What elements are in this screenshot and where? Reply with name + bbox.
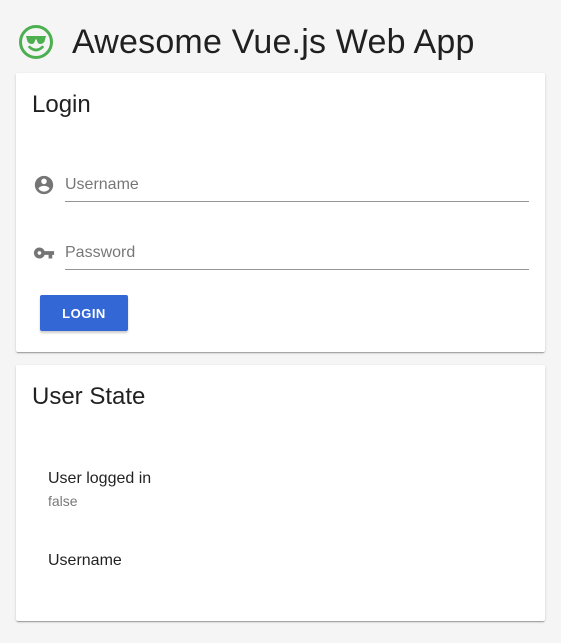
login-card-title: Login xyxy=(32,91,91,118)
user-state-card: User State User logged in false Username xyxy=(16,365,545,621)
key-icon xyxy=(33,247,55,259)
logged-in-label: User logged in xyxy=(48,470,152,487)
login-button[interactable]: LOGIN xyxy=(40,295,128,331)
user-state-card-title: User State xyxy=(32,383,146,410)
username-label: Username xyxy=(48,552,122,569)
sunglasses-smiley-icon xyxy=(19,25,53,59)
password-field xyxy=(65,239,529,270)
login-card: Login LOGIN xyxy=(16,73,545,352)
logged-in-value: false xyxy=(48,493,78,509)
app-title: Awesome Vue.js Web App xyxy=(72,23,475,61)
app-header: Awesome Vue.js Web App xyxy=(0,0,561,72)
password-input[interactable] xyxy=(65,239,529,267)
account-circle-icon xyxy=(34,175,54,195)
username-field xyxy=(65,171,529,202)
username-input[interactable] xyxy=(65,171,529,199)
